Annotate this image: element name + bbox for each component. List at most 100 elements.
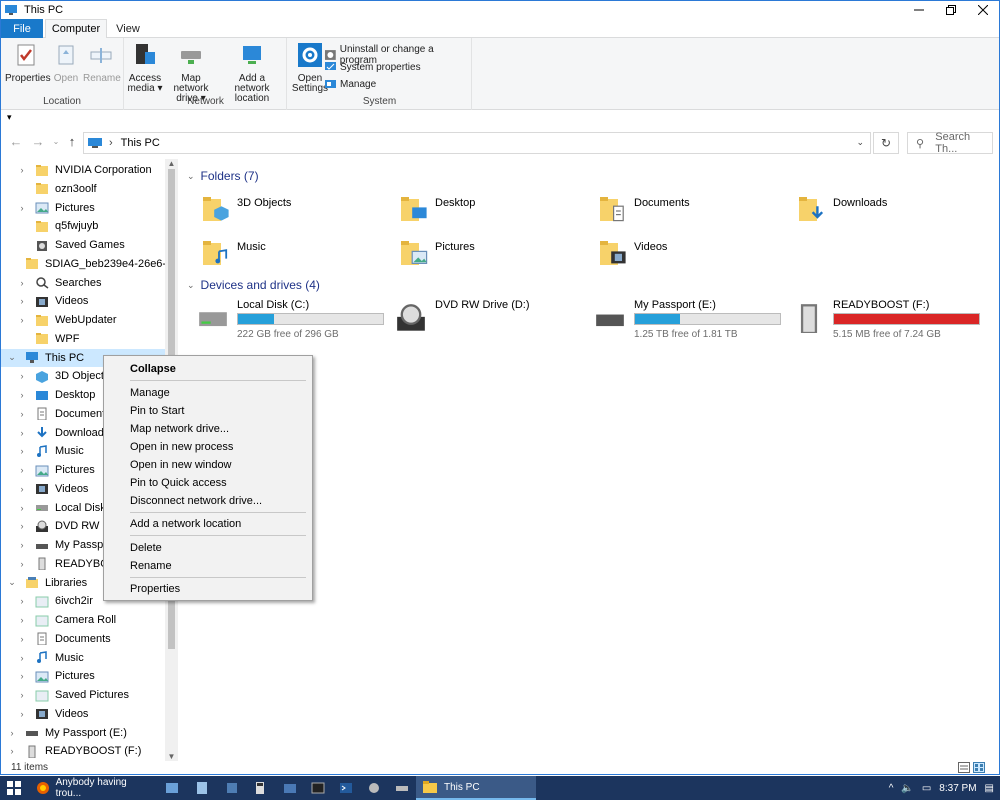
rename-button[interactable]: Rename [83, 42, 121, 84]
tab-file[interactable]: File [1, 19, 43, 38]
menu-item-rename[interactable]: Rename [104, 557, 312, 575]
properties-button[interactable]: Properties [5, 42, 51, 84]
drive-tile[interactable]: READYBOOST (F:) 5.15 MB free of 7.24 GB [791, 299, 981, 343]
folder-tile[interactable]: Videos [598, 237, 788, 277]
notepad-icon[interactable] [194, 780, 210, 796]
chevron-right-icon[interactable]: › [17, 503, 27, 513]
chevron-right-icon[interactable]: › [17, 390, 27, 400]
chevron-right-icon[interactable]: › [17, 165, 27, 175]
volume-icon[interactable]: 🔈 [901, 783, 913, 794]
network-icon[interactable]: ▭ [922, 783, 931, 794]
chevron-right-icon[interactable]: › [17, 278, 27, 288]
command-prompt-icon[interactable] [310, 780, 326, 796]
drives-section-header[interactable]: ⌄ Devices and drives (4) [187, 276, 320, 294]
chevron-right-icon[interactable]: › [17, 615, 27, 625]
refresh-button[interactable]: ↻ [873, 132, 899, 154]
nav-tree-item[interactable]: › NVIDIA Corporation [1, 161, 165, 179]
chevron-up-icon[interactable]: ^ [889, 783, 894, 794]
chevron-down-icon[interactable]: ⌄ [7, 577, 17, 588]
drive-tile[interactable]: DVD RW Drive (D:) [393, 299, 583, 343]
nav-tree-item[interactable]: › Videos [1, 292, 165, 310]
add-network-location-button[interactable]: Add a network location [221, 42, 283, 104]
chevron-right-icon[interactable]: › [17, 559, 27, 569]
drive-app-icon[interactable] [394, 780, 410, 796]
chevron-right-icon[interactable]: › [17, 465, 27, 475]
scroll-down-icon[interactable]: ▼ [165, 752, 178, 761]
nav-tree-item[interactable]: › Saved Pictures [1, 686, 165, 704]
chevron-right-icon[interactable]: › [17, 484, 27, 494]
tab-computer[interactable]: Computer [45, 19, 107, 39]
notifications-icon[interactable]: ▤ [985, 783, 994, 794]
folder-tile[interactable]: 3D Objects [201, 193, 391, 233]
chevron-right-icon[interactable]: › [17, 634, 27, 644]
chevron-right-icon[interactable]: › [17, 315, 27, 325]
chevron-down-icon[interactable]: ⌄ [856, 137, 864, 148]
open-button[interactable]: Open [51, 42, 81, 84]
nav-tree-item[interactable]: › Camera Roll [1, 611, 165, 629]
menu-item-disconnect-network-drive[interactable]: Disconnect network drive... [104, 492, 312, 510]
tab-view[interactable]: View [109, 19, 147, 38]
taskbar-firefox-task[interactable]: Anybody having trou... [30, 776, 152, 800]
folder-tile[interactable]: Pictures [399, 237, 589, 277]
folder-tile[interactable]: Downloads [797, 193, 987, 233]
large-icons-view-icon[interactable] [973, 762, 985, 773]
chevron-right-icon[interactable]: › [17, 596, 27, 606]
menu-item-map-network-drive[interactable]: Map network drive... [104, 420, 312, 438]
chevron-right-icon[interactable]: › [17, 690, 27, 700]
nav-tree-item[interactable]: Saved Games [1, 236, 165, 254]
chevron-right-icon[interactable]: › [17, 709, 27, 719]
forward-button[interactable]: → [31, 135, 45, 149]
breadcrumb[interactable]: This PC [121, 137, 160, 149]
news-app-icon[interactable] [164, 780, 180, 796]
menu-item-open-new-window[interactable]: Open in new window [104, 456, 312, 474]
window-app-icon[interactable] [282, 780, 298, 796]
chevron-right-icon[interactable]: › [17, 428, 27, 438]
nav-tree-item[interactable]: › READYBOOST (F:) [1, 742, 165, 760]
chevron-right-icon[interactable]: › [7, 728, 17, 738]
chevron-right-icon[interactable]: › [17, 671, 27, 681]
restore-button[interactable] [935, 1, 967, 19]
chevron-right-icon[interactable]: › [17, 446, 27, 456]
up-button[interactable]: ↑ [65, 135, 79, 149]
clock[interactable]: 8:37 PM [939, 783, 976, 794]
menu-item-delete[interactable]: Delete [104, 539, 312, 557]
map-network-drive-button[interactable]: Map network drive ▾ [163, 42, 219, 104]
nav-tree-item[interactable]: › My Passport (E:) [1, 724, 165, 742]
menu-item-properties[interactable]: Properties [104, 580, 312, 598]
chevron-right-icon[interactable]: › [17, 371, 27, 381]
nav-tree-item[interactable]: › Searches [1, 274, 165, 292]
nav-tree-item[interactable]: › Music [1, 649, 165, 667]
search-input[interactable]: ⚲ Search Th... [907, 131, 993, 155]
menu-item-add-network-location[interactable]: Add a network location [104, 515, 312, 533]
app-icon[interactable] [224, 780, 240, 796]
chevron-right-icon[interactable]: › [17, 296, 27, 306]
drive-tile[interactable]: My Passport (E:) 1.25 TB free of 1.81 TB [592, 299, 782, 343]
tool-icon[interactable] [366, 780, 382, 796]
nav-tree-item[interactable]: SDIAG_beb239e4-26e6-46 [1, 255, 178, 273]
menu-item-pin-to-start[interactable]: Pin to Start [104, 402, 312, 420]
nav-tree-item[interactable]: › Videos [1, 705, 165, 723]
powershell-icon[interactable] [338, 780, 354, 796]
menu-item-collapse[interactable]: Collapse [104, 360, 312, 378]
taskbar-this-pc-task[interactable]: This PC [416, 776, 536, 800]
scroll-up-icon[interactable]: ▲ [165, 159, 178, 168]
menu-item-open-new-process[interactable]: Open in new process [104, 438, 312, 456]
recent-locations-button[interactable]: ⌄ [49, 135, 63, 149]
chevron-right-icon[interactable]: › [17, 521, 27, 531]
customize-qat-icon[interactable]: ▾ [7, 112, 12, 123]
nav-tree-item[interactable]: q5fwjuyb [1, 217, 165, 235]
calculator-icon[interactable] [252, 780, 268, 796]
folder-tile[interactable]: Music [201, 237, 391, 277]
chevron-right-icon[interactable]: › [17, 540, 27, 550]
nav-tree-item[interactable]: WPF [1, 330, 165, 348]
address-bar[interactable]: › This PC ⌄ [83, 132, 871, 154]
start-button[interactable] [0, 776, 28, 800]
back-button[interactable]: ← [9, 135, 23, 149]
access-media-button[interactable]: Access media ▾ [127, 42, 163, 94]
drive-tile[interactable]: Local Disk (C:) 222 GB free of 296 GB [195, 299, 385, 343]
chevron-right-icon[interactable]: › [7, 746, 17, 756]
close-button[interactable] [967, 1, 999, 19]
chevron-right-icon[interactable]: › [17, 653, 27, 663]
nav-tree-item[interactable]: › Documents [1, 630, 165, 648]
folders-section-header[interactable]: ⌄ Folders (7) [187, 167, 259, 185]
